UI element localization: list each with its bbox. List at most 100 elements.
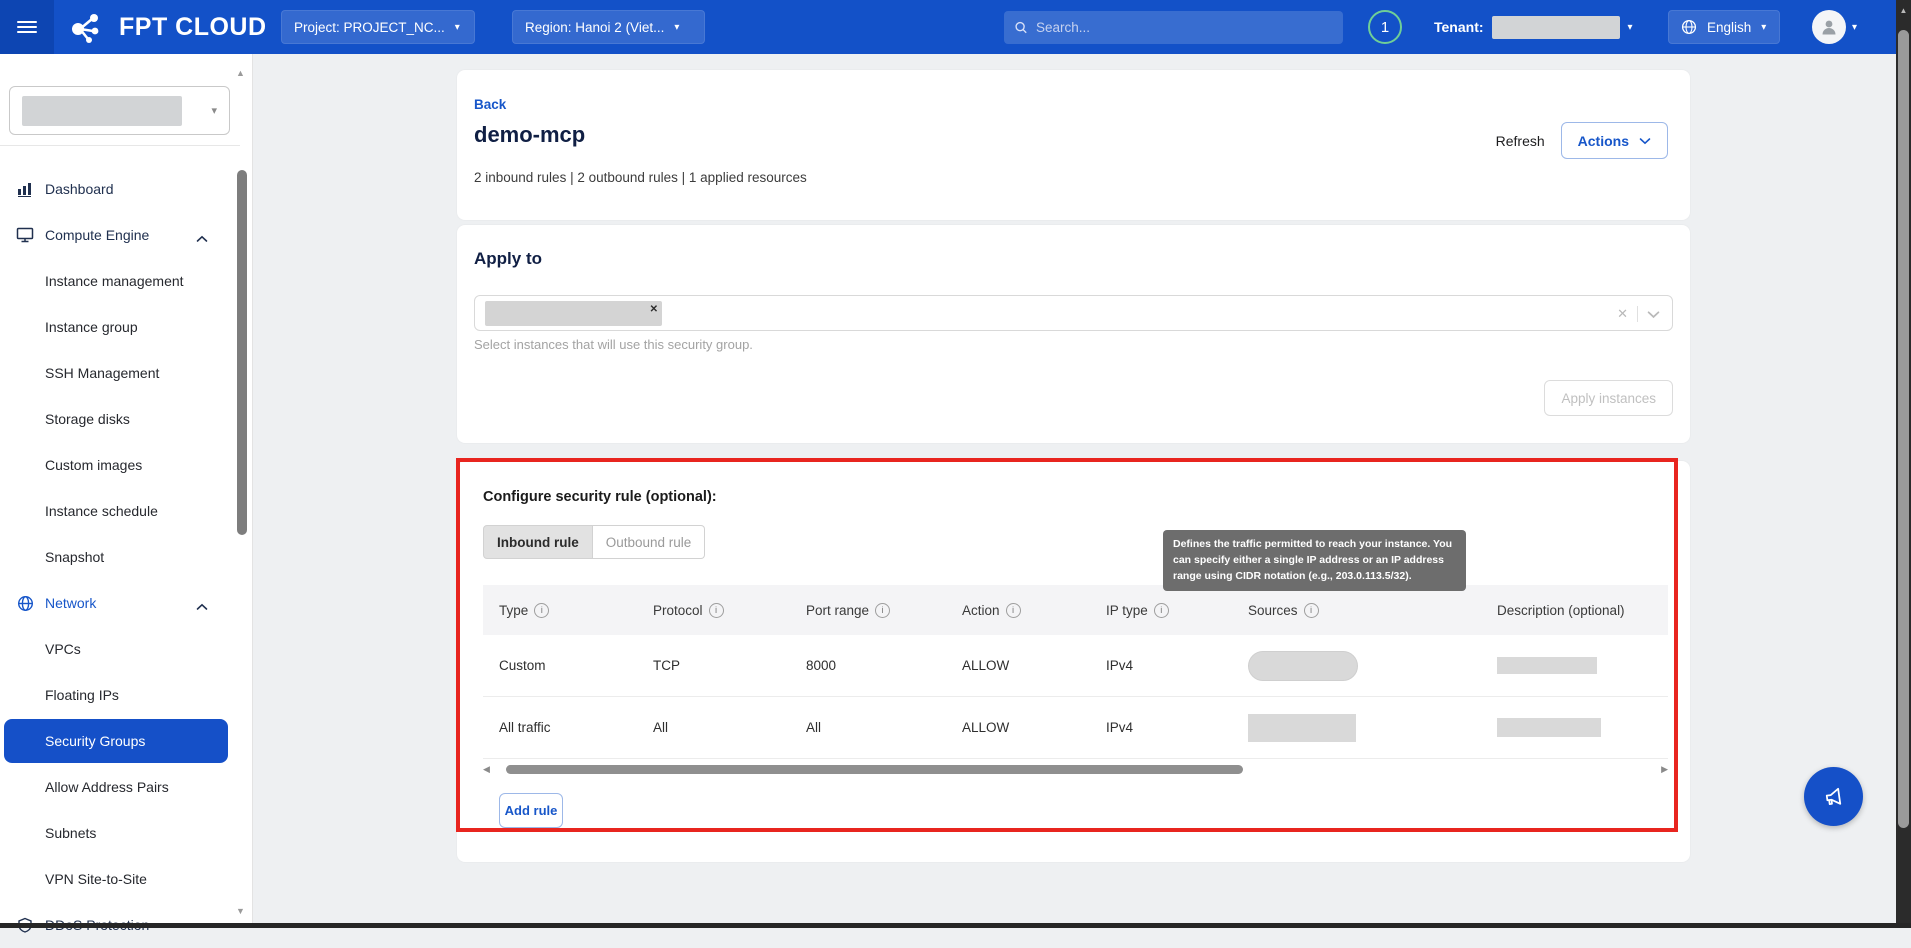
sidebar-item-allow-address-pairs[interactable]: Allow Address Pairs	[0, 764, 240, 810]
chevron-down-icon[interactable]	[1647, 310, 1660, 319]
main-content: Back demo-mcp 2 inbound rules | 2 outbou…	[254, 54, 1896, 928]
sidebar-item-vpcs[interactable]: VPCs	[0, 626, 240, 672]
sidebar-item-subnets[interactable]: Subnets	[0, 810, 240, 856]
announcements-fab-button[interactable]	[1804, 767, 1863, 826]
tab-outbound-rule[interactable]: Outbound rule	[593, 525, 706, 559]
table-horizontal-scrollbar: ◀ ▶	[483, 763, 1668, 775]
scroll-right-icon[interactable]: ▶	[1654, 764, 1668, 775]
sidebar-scroll-down-icon[interactable]: ▼	[236, 906, 245, 916]
rules-summary: 2 inbound rules | 2 outbound rules | 1 a…	[474, 170, 807, 185]
column-header-description: Description (optional)	[1497, 603, 1625, 618]
cell-ip-type: IPv4	[1090, 658, 1232, 673]
notification-badge[interactable]: 1	[1368, 10, 1402, 44]
global-search[interactable]	[1004, 11, 1343, 44]
tenant-label: Tenant:	[1434, 19, 1484, 35]
sidebar-item-floating-ips[interactable]: Floating IPs	[0, 672, 240, 718]
info-icon[interactable]: i	[709, 603, 724, 618]
clear-selection-icon[interactable]: ✕	[1617, 306, 1628, 322]
region-selector[interactable]: Region: Hanoi 2 (Viet... ▾	[512, 10, 705, 44]
column-header-ip-type: IP type	[1106, 603, 1148, 618]
cell-ip-type: IPv4	[1090, 720, 1232, 735]
info-icon[interactable]: i	[1006, 603, 1021, 618]
redacted-project-name	[22, 96, 182, 126]
redacted-source-value	[1248, 651, 1358, 681]
sidebar-scroll-up-icon[interactable]: ▲	[236, 68, 245, 78]
scrollbar-track[interactable]	[497, 765, 1654, 774]
sidebar-item-instance-group[interactable]: Instance group	[0, 304, 240, 350]
sidebar-item-ssh-management[interactable]: SSH Management	[0, 350, 240, 396]
scroll-left-icon[interactable]: ◀	[483, 764, 497, 775]
globe-icon	[15, 595, 35, 612]
cell-protocol: All	[637, 720, 790, 735]
rules-table: Typei Protocoli Port rangei Actioni IP t…	[483, 585, 1668, 759]
scroll-up-icon[interactable]: ▲	[1896, 6, 1911, 15]
menu-toggle-button[interactable]	[0, 0, 54, 54]
redacted-description-value	[1497, 718, 1601, 737]
tenant-selector[interactable]: Tenant: ▾	[1434, 0, 1633, 54]
search-input[interactable]	[1036, 20, 1333, 35]
info-icon[interactable]: i	[1154, 603, 1169, 618]
info-icon[interactable]: i	[534, 603, 549, 618]
sidebar-item-storage-disks[interactable]: Storage disks	[0, 396, 240, 442]
actions-button[interactable]: Actions	[1561, 122, 1668, 159]
project-selector[interactable]: Project: PROJECT_NC... ▾	[281, 10, 475, 44]
sidebar-item-vpn-site-to-site[interactable]: VPN Site-to-Site	[0, 856, 240, 902]
tab-inbound-rule[interactable]: Inbound rule	[483, 525, 593, 559]
redacted-description-value	[1497, 657, 1597, 674]
sidebar-item-security-groups[interactable]: Security Groups	[4, 719, 228, 763]
apply-to-title: Apply to	[474, 249, 542, 269]
notification-count: 1	[1381, 19, 1389, 36]
brand-name: FPT CLOUD	[119, 13, 267, 42]
sidebar-item-instance-schedule[interactable]: Instance schedule	[0, 488, 240, 534]
sidebar-item-network[interactable]: Network	[0, 580, 240, 626]
cell-protocol: TCP	[637, 658, 790, 673]
chevron-down-icon	[1639, 137, 1651, 145]
cell-type: All traffic	[483, 720, 637, 735]
globe-icon	[1681, 19, 1697, 35]
cell-action: ALLOW	[946, 658, 1090, 673]
column-header-type: Type	[499, 603, 528, 618]
avatar	[1812, 10, 1846, 44]
brand-logo[interactable]: FPT CLOUD	[66, 0, 267, 54]
page-scrollbar-thumb[interactable]	[1898, 30, 1909, 828]
sidebar-item-custom-images[interactable]: Custom images	[0, 442, 240, 488]
search-icon	[1014, 20, 1028, 35]
redacted-source-value	[1248, 714, 1356, 742]
select-helper-text: Select instances that will use this secu…	[474, 337, 753, 352]
sidebar-scrollbar-thumb[interactable]	[237, 170, 247, 535]
column-header-sources: Sources	[1248, 603, 1298, 618]
user-menu[interactable]: ▾	[1812, 0, 1857, 54]
refresh-button[interactable]: Refresh	[1496, 133, 1545, 149]
chevron-down-icon: ▾	[211, 104, 217, 117]
window-bottom-edge	[0, 923, 1911, 928]
column-header-action: Action	[962, 603, 1000, 618]
instances-multiselect[interactable]: ✕ ✕	[474, 295, 1673, 331]
apply-to-card: Apply to ✕ ✕ Select instances that will …	[457, 225, 1690, 443]
table-row: All traffic All All ALLOW IPv4	[483, 697, 1668, 759]
back-link[interactable]: Back	[474, 97, 506, 112]
cell-type: Custom	[483, 658, 637, 673]
sidebar-project-dropdown[interactable]: ▾	[9, 86, 230, 135]
monitor-icon	[15, 227, 35, 243]
megaphone-icon	[1820, 783, 1848, 811]
remove-tag-icon[interactable]: ✕	[650, 305, 658, 315]
redacted-tenant-name	[1492, 16, 1620, 39]
language-label: English	[1707, 20, 1751, 35]
sidebar-item-instance-management[interactable]: Instance management	[0, 258, 240, 304]
page-title: demo-mcp	[474, 122, 585, 148]
column-header-port-range: Port range	[806, 603, 869, 618]
info-icon[interactable]: i	[875, 603, 890, 618]
sources-tooltip: Defines the traffic permitted to reach y…	[1163, 530, 1466, 591]
apply-instances-button[interactable]: Apply instances	[1544, 380, 1673, 416]
chevron-down-icon: ▾	[1852, 22, 1857, 33]
sidebar-item-compute-engine[interactable]: Compute Engine	[0, 212, 240, 258]
chevron-down-icon: ▾	[1761, 22, 1766, 33]
sidebar-item-snapshot[interactable]: Snapshot	[0, 534, 240, 580]
language-selector[interactable]: English ▾	[1668, 10, 1780, 44]
scrollbar-thumb[interactable]	[506, 765, 1243, 774]
top-navigation-bar: FPT CLOUD Project: PROJECT_NC... ▾ Regio…	[0, 0, 1911, 54]
page-scrollbar: ▲	[1896, 0, 1911, 928]
add-rule-button[interactable]: Add rule	[499, 793, 563, 828]
info-icon[interactable]: i	[1304, 603, 1319, 618]
sidebar-item-dashboard[interactable]: Dashboard	[0, 166, 240, 212]
